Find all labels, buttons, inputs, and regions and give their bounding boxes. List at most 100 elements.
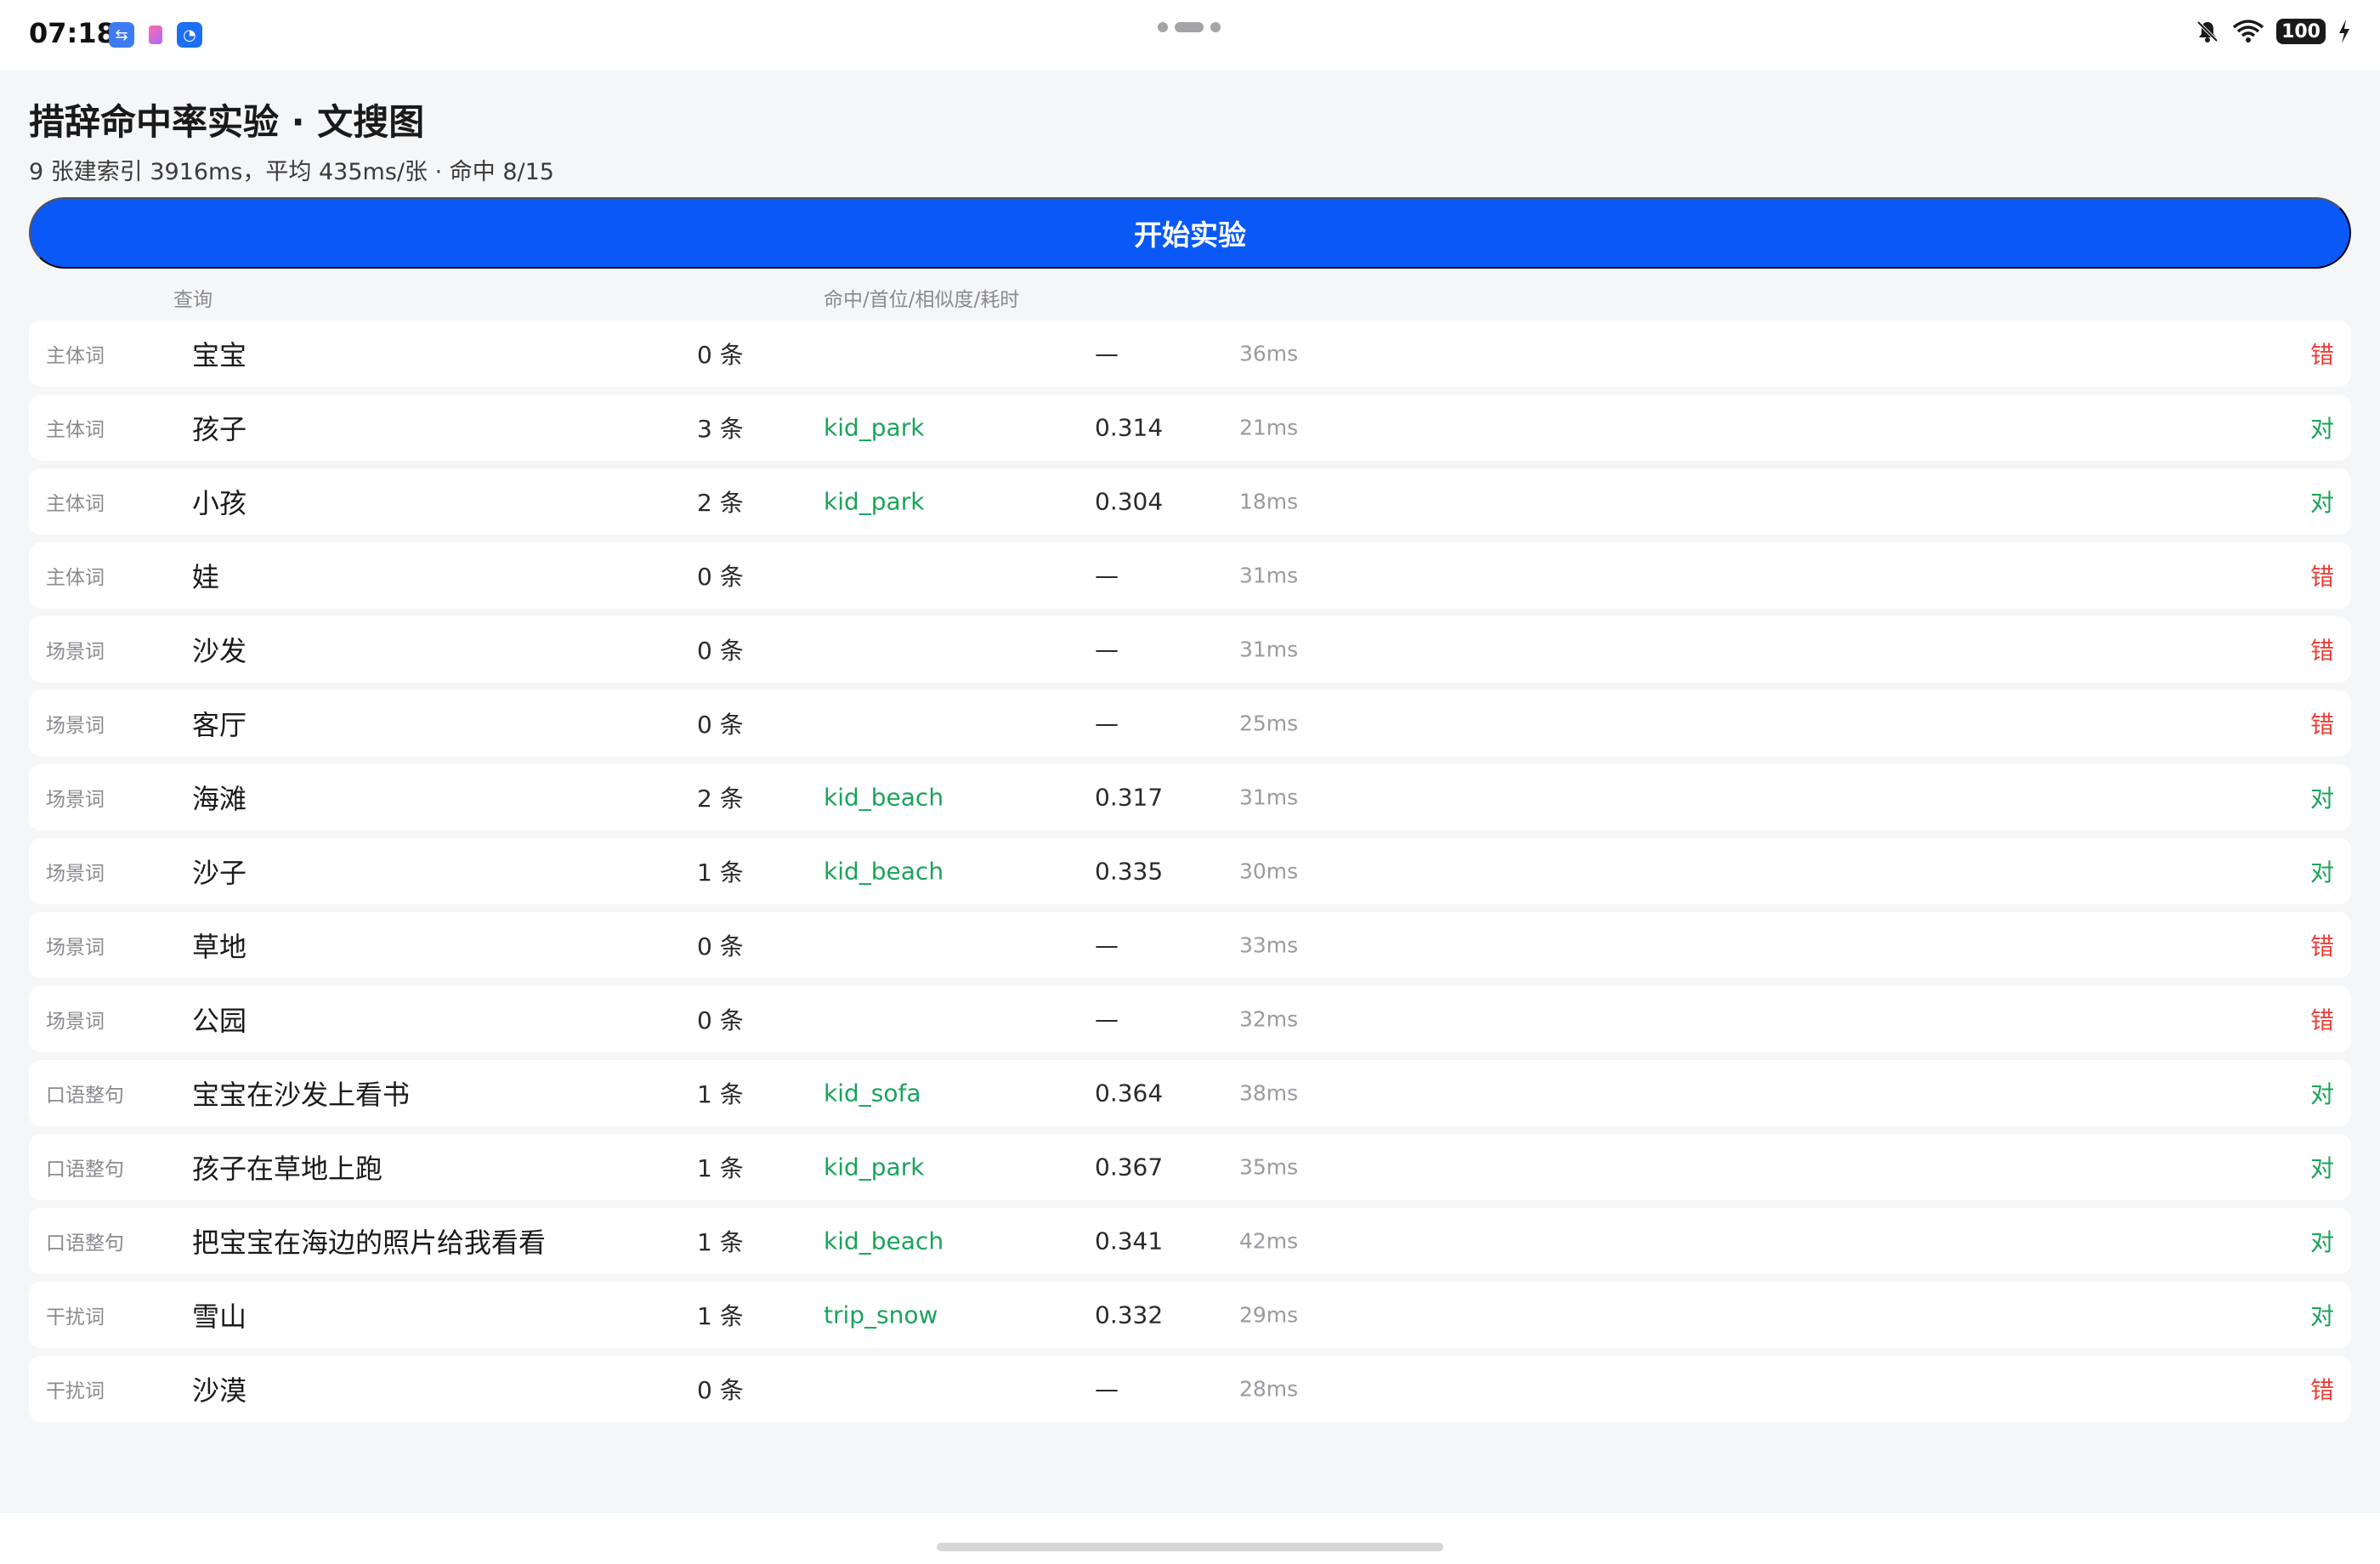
row-time: 38ms bbox=[1239, 1080, 1299, 1106]
row-category: 干扰词 bbox=[46, 1306, 105, 1329]
row-similarity: — bbox=[1095, 709, 1119, 738]
table-row[interactable]: 场景词 客厅 0 条 — 25ms 错 bbox=[29, 690, 2351, 756]
start-experiment-button[interactable]: 开始实验 bbox=[29, 197, 2351, 269]
row-similarity: — bbox=[1095, 1005, 1119, 1034]
row-similarity: 0.364 bbox=[1095, 1079, 1164, 1108]
row-hit-count: 0 条 bbox=[697, 932, 744, 960]
row-time: 28ms bbox=[1239, 1376, 1299, 1402]
mute-icon bbox=[2196, 20, 2218, 42]
row-category: 主体词 bbox=[46, 567, 105, 589]
home-indicator[interactable] bbox=[937, 1543, 1443, 1551]
row-result: 错 bbox=[2309, 637, 2334, 665]
row-category: 口语整句 bbox=[46, 1159, 124, 1181]
row-time: 21ms bbox=[1239, 415, 1299, 440]
row-query: 客厅 bbox=[192, 709, 247, 741]
row-similarity: — bbox=[1095, 561, 1119, 590]
row-query: 草地 bbox=[192, 931, 247, 963]
column-header-query: 查询 bbox=[173, 289, 212, 311]
status-time: 07:18 bbox=[29, 17, 116, 49]
battery-indicator: 100 bbox=[2276, 19, 2326, 44]
row-result: 对 bbox=[2309, 1302, 2334, 1330]
row-hit-count: 1 条 bbox=[697, 1228, 744, 1256]
table-row[interactable]: 主体词 孩子 3 条 kid_park 0.314 21ms 对 bbox=[29, 394, 2351, 461]
row-result: 错 bbox=[2309, 932, 2334, 960]
row-category: 干扰词 bbox=[46, 1380, 105, 1402]
row-result: 对 bbox=[2309, 1080, 2334, 1108]
row-top-result: trip_snow bbox=[824, 1300, 938, 1329]
results-list: 主体词 宝宝 0 条 —36ms 错主体词 孩子 3 条 kid_park 0.314 21ms 对… bbox=[29, 320, 2351, 1430]
row-top-result: kid_park bbox=[824, 1153, 925, 1182]
row-hit-count: 0 条 bbox=[697, 1376, 744, 1404]
table-row[interactable]: 场景词 沙子 1 条 kid_beach 0.335 30ms 对 bbox=[29, 838, 2351, 904]
row-category: 口语整句 bbox=[46, 1232, 124, 1255]
row-top-result: kid_park bbox=[824, 487, 925, 516]
row-query: 沙漠 bbox=[192, 1374, 247, 1407]
row-time: 31ms bbox=[1239, 785, 1299, 810]
row-time: 32ms bbox=[1239, 1006, 1299, 1032]
table-row[interactable]: 主体词 宝宝 0 条 — 36ms 错 bbox=[29, 320, 2351, 387]
row-query: 孩子 bbox=[192, 413, 247, 445]
column-header-metrics: 命中/首位/相似度/耗时 bbox=[824, 289, 1020, 311]
status-bar: 07:18 ⇆ ◔ 100 bbox=[0, 0, 2380, 70]
row-result: 对 bbox=[2309, 785, 2334, 813]
page-subtitle: 9 张建索引 3916ms，平均 435ms/张 · 命中 8/15 bbox=[29, 159, 554, 185]
table-row[interactable]: 干扰词 雪山 1 条 trip_snow 0.332 29ms 对 bbox=[29, 1282, 2351, 1348]
row-result: 对 bbox=[2309, 1228, 2334, 1256]
row-result: 错 bbox=[2309, 711, 2334, 739]
bottom-bar bbox=[0, 1513, 2380, 1564]
row-time: 36ms bbox=[1239, 341, 1299, 366]
row-similarity: 0.341 bbox=[1095, 1227, 1164, 1255]
table-row[interactable]: 口语整句 宝宝在沙发上看书 1 条 kid_sofa 0.364 38ms 对 bbox=[29, 1060, 2351, 1126]
table-row[interactable]: 场景词 海滩 2 条 kid_beach 0.317 31ms 对 bbox=[29, 764, 2351, 830]
row-query: 孩子在草地上跑 bbox=[192, 1153, 383, 1185]
row-hit-count: 1 条 bbox=[697, 1154, 744, 1182]
table-row[interactable]: 口语整句 把宝宝在海边的照片给我看看 1 条 kid_beach 0.341 42ms 对 bbox=[29, 1208, 2351, 1274]
row-result: 错 bbox=[2309, 1376, 2334, 1404]
row-hit-count: 0 条 bbox=[697, 1006, 744, 1034]
table-row[interactable]: 干扰词 沙漠 0 条 — 28ms 错 bbox=[29, 1356, 2351, 1422]
table-row[interactable]: 主体词 小孩 2 条 kid_park 0.304 18ms 对 bbox=[29, 468, 2351, 535]
row-hit-count: 1 条 bbox=[697, 1080, 744, 1108]
row-similarity: 0.317 bbox=[1095, 783, 1164, 812]
wifi-icon bbox=[2232, 20, 2264, 42]
row-hit-count: 0 条 bbox=[697, 711, 744, 739]
table-row[interactable]: 场景词 公园 0 条 — 32ms 错 bbox=[29, 986, 2351, 1052]
row-similarity: 0.304 bbox=[1095, 487, 1164, 516]
table-row[interactable]: 场景词 草地 0 条 — 33ms 错 bbox=[29, 912, 2351, 978]
row-query: 雪山 bbox=[192, 1300, 247, 1333]
row-category: 口语整句 bbox=[46, 1085, 124, 1107]
row-hit-count: 2 条 bbox=[697, 785, 744, 813]
row-result: 错 bbox=[2309, 1006, 2334, 1034]
row-result: 对 bbox=[2309, 489, 2334, 517]
row-hit-count: 3 条 bbox=[697, 415, 744, 443]
row-category: 主体词 bbox=[46, 493, 105, 515]
row-query: 娃 bbox=[192, 561, 220, 593]
table-row[interactable]: 场景词 沙发 0 条 — 31ms 错 bbox=[29, 616, 2351, 683]
row-time: 31ms bbox=[1239, 563, 1299, 588]
row-category: 主体词 bbox=[46, 419, 105, 441]
row-query: 宝宝在沙发上看书 bbox=[192, 1079, 411, 1111]
row-similarity: 0.335 bbox=[1095, 857, 1164, 886]
row-similarity: 0.367 bbox=[1095, 1153, 1164, 1182]
row-result: 对 bbox=[2309, 858, 2334, 887]
table-row[interactable]: 主体词 娃 0 条 — 31ms 错 bbox=[29, 542, 2351, 609]
row-category: 场景词 bbox=[46, 937, 105, 959]
row-category: 场景词 bbox=[46, 715, 105, 737]
row-hit-count: 1 条 bbox=[697, 1302, 744, 1330]
row-category: 场景词 bbox=[46, 863, 105, 885]
row-query: 公园 bbox=[192, 1005, 247, 1037]
row-query: 海滩 bbox=[192, 783, 247, 815]
row-time: 42ms bbox=[1239, 1228, 1299, 1254]
row-query: 把宝宝在海边的照片给我看看 bbox=[192, 1227, 547, 1259]
row-result: 错 bbox=[2309, 341, 2334, 369]
multitask-indicator[interactable] bbox=[1158, 22, 1221, 32]
row-query: 沙子 bbox=[192, 857, 247, 889]
row-query: 宝宝 bbox=[192, 339, 247, 371]
row-result: 错 bbox=[2309, 563, 2334, 591]
row-hit-count: 2 条 bbox=[697, 489, 744, 517]
row-similarity: — bbox=[1095, 635, 1119, 664]
row-hit-count: 0 条 bbox=[697, 563, 744, 591]
row-category: 场景词 bbox=[46, 1011, 105, 1033]
table-row[interactable]: 口语整句 孩子在草地上跑 1 条 kid_park 0.367 35ms 对 bbox=[29, 1134, 2351, 1200]
row-time: 25ms bbox=[1239, 711, 1299, 736]
